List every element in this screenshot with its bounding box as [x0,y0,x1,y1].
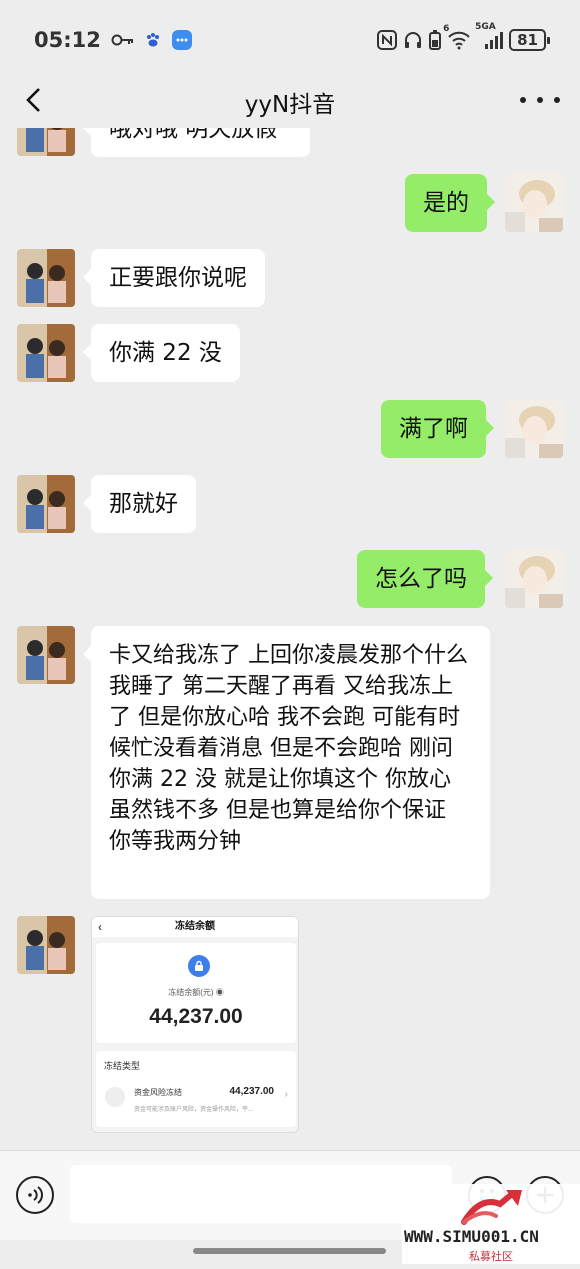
message-text: 哦对哦 明天放假 [109,128,278,142]
couple-photo-icon [17,626,75,684]
wifi-badge: 6 [443,24,450,34]
contact-avatar[interactable] [17,324,75,382]
message-text: 满了啊 [399,416,468,442]
nav-bar: yyN抖音 [0,75,580,125]
couple-photo-icon [17,128,75,156]
freeze-type-label: 冻结类型 [104,1061,141,1071]
eye-icon: ◉ [215,988,224,997]
image-header: ‹ 冻结余额 [92,917,298,937]
freeze-type-panel: 冻结类型 资金风险冻结 44,237.00 › 资金可能涉及账户风险，资金操作风… [96,1051,296,1127]
baidu-paw-icon [145,32,161,48]
lock-icon [105,1087,125,1107]
contact-avatar[interactable] [17,249,75,307]
wifi-icon: 6 [443,24,471,50]
message-bubble-outgoing[interactable]: 满了啊 [381,400,494,458]
chat-app-icon [171,29,193,51]
message-bubble-incoming[interactable]: 哦对哦 明天放假 [83,128,310,157]
key-icon [111,33,135,47]
arrow-logo-icon [461,1190,522,1225]
nfc-icon [377,30,398,50]
my-avatar[interactable] [505,550,563,608]
my-avatar[interactable] [505,174,563,232]
freeze-row-amount: 44,237.00 [229,1086,275,1097]
watermark: WWW.SIMU001.CN 私募社区 [402,1184,580,1264]
clock: 05:12 [34,28,101,52]
headphones-icon [403,30,423,50]
contact-avatar[interactable] [17,626,75,684]
couple-photo-icon [17,916,75,974]
anime-avatar-icon [505,174,563,232]
balance-amount: 44,237.00 [149,1005,243,1028]
message-bubble-outgoing[interactable]: 怎么了吗 [357,550,493,608]
lock-icon [188,955,210,977]
more-button[interactable] [520,85,560,115]
freeze-row-desc: 资金可能涉及账户风险，资金操作风险，平... [134,1107,254,1113]
more-dot [554,97,560,103]
couple-photo-icon [17,249,75,307]
more-dot [520,97,526,103]
contact-avatar[interactable] [17,128,75,156]
contact-avatar[interactable] [17,475,75,533]
message-text: 那就好 [109,491,178,517]
couple-photo-icon [17,324,75,382]
network-type: 5GA [475,22,496,32]
status-bar: 05:12 6 5GA 81 [0,0,580,80]
chevron-left-icon: ‹ [98,920,102,934]
message-text: 怎么了吗 [375,566,467,592]
voice-button[interactable] [16,1176,54,1214]
battery-small-icon [429,30,442,50]
image-message[interactable]: ‹ 冻结余额 冻结余额(元) ◉ 44,237.00 冻结类型 资金风险冻结 4… [91,916,299,1133]
battery-indicator: 81 [509,29,550,51]
freeze-row-name: 资金风险冻结 [134,1088,182,1097]
status-right: 6 5GA 81 [377,22,550,51]
balance-label: 冻结余额(元) ◉ [168,988,224,997]
chat-area[interactable]: 哦对哦 明天放假 是的 正要跟你说呢 你满 22 没 满了啊 那就好 怎么了吗 [0,128,580,1150]
home-indicator[interactable] [193,1248,386,1254]
message-text: 你满 22 没 [109,340,222,366]
status-left: 05:12 [34,28,193,52]
chevron-right-icon: › [284,1089,288,1100]
couple-photo-icon [17,475,75,533]
watermark-label: 私募社区 [469,1250,513,1263]
anime-avatar-icon [505,400,563,458]
more-dot [537,97,543,103]
image-title: 冻结余额 [175,921,215,932]
message-bubble-incoming[interactable]: 卡又给我冻了 上回你凌晨发那个什么 我睡了 第二天醒了再看 又给我冻上了 但是你… [83,626,490,899]
message-input[interactable] [70,1165,452,1223]
message-bubble-incoming[interactable]: 正要跟你说呢 [83,249,265,307]
watermark-url: WWW.SIMU001.CN [404,1227,539,1246]
signal-icon: 5GA [475,22,504,50]
chat-title: yyN抖音 [244,92,336,118]
anime-avatar-icon [505,550,563,608]
message-text: 卡又给我冻了 上回你凌晨发那个什么 我睡了 第二天醒了再看 又给我冻上了 但是你… [109,643,468,854]
contact-avatar[interactable] [17,916,75,974]
my-avatar[interactable] [505,400,563,458]
voice-icon [28,1186,43,1204]
message-text: 正要跟你说呢 [109,265,247,291]
balance-panel: 冻结余额(元) ◉ 44,237.00 [96,943,296,1043]
message-bubble-incoming[interactable]: 那就好 [83,475,196,533]
message-bubble-outgoing[interactable]: 是的 [405,174,495,232]
message-bubble-incoming[interactable]: 你满 22 没 [83,324,240,382]
message-text: 是的 [423,190,469,216]
